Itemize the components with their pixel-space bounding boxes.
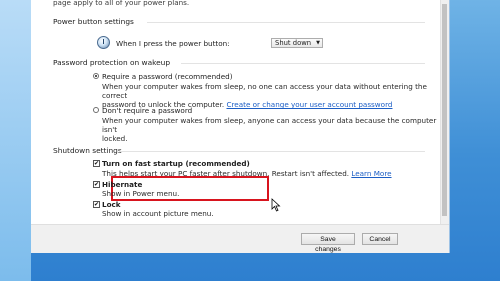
wakeup-heading: Password protection on wakeup (53, 58, 171, 67)
power-button-action-select[interactable]: Shut down ▼ (271, 38, 323, 48)
desktop-background-edge (0, 0, 31, 281)
lock-label[interactable]: Lock (102, 200, 121, 209)
dont-require-desc-line: When your computer wakes from sleep, any… (102, 116, 437, 134)
require-password-desc-line: When your computer wakes from sleep, no … (102, 82, 427, 100)
require-password-description: When your computer wakes from sleep, no … (102, 82, 449, 109)
hibernate-label[interactable]: Hibernate (102, 180, 142, 189)
dialog-footer: Save changes Cancel (31, 224, 449, 253)
save-changes-button[interactable]: Save changes (301, 233, 355, 253)
dont-require-password-radio[interactable] (93, 107, 99, 113)
cancel-button[interactable]: Cancel (362, 233, 398, 245)
chevron-down-icon: ▼ (316, 40, 320, 46)
lock-description: Show in account picture menu. (102, 209, 214, 218)
fast-startup-checkbox[interactable]: ✔ (93, 160, 100, 167)
intro-text: page apply to all of your power plans. (53, 0, 190, 7)
hibernate-description: Show in Power menu. (102, 189, 180, 198)
lock-checkbox[interactable]: ✔ (93, 201, 100, 208)
section-divider (119, 151, 425, 152)
shutdown-settings-heading: Shutdown settings (53, 146, 122, 155)
account-password-link[interactable]: Create or change your user account passw… (226, 100, 392, 109)
section-divider (147, 22, 425, 23)
mouse-cursor-icon (271, 198, 281, 212)
require-password-label[interactable]: Require a password (recommended) (102, 72, 233, 81)
learn-more-link[interactable]: Learn More (351, 169, 391, 178)
dont-require-password-label[interactable]: Don't require a password (102, 106, 192, 115)
hibernate-checkbox[interactable]: ✔ (93, 181, 100, 188)
system-settings-window: page apply to all of your power plans. P… (31, 0, 450, 253)
vertical-scrollbar[interactable] (440, 0, 449, 224)
dont-require-password-description: When your computer wakes from sleep, any… (102, 116, 449, 143)
require-password-radio[interactable] (93, 73, 99, 79)
section-divider (181, 63, 425, 64)
dont-require-desc-line: locked. (102, 134, 128, 143)
scrollbar-thumb[interactable] (442, 4, 447, 216)
power-button-label: When I press the power button: (116, 39, 230, 48)
fast-startup-label[interactable]: Turn on fast startup (recommended) (102, 159, 250, 168)
power-icon (97, 36, 110, 49)
power-button-action-value: Shut down (275, 39, 312, 47)
power-button-settings-heading: Power button settings (53, 17, 134, 26)
